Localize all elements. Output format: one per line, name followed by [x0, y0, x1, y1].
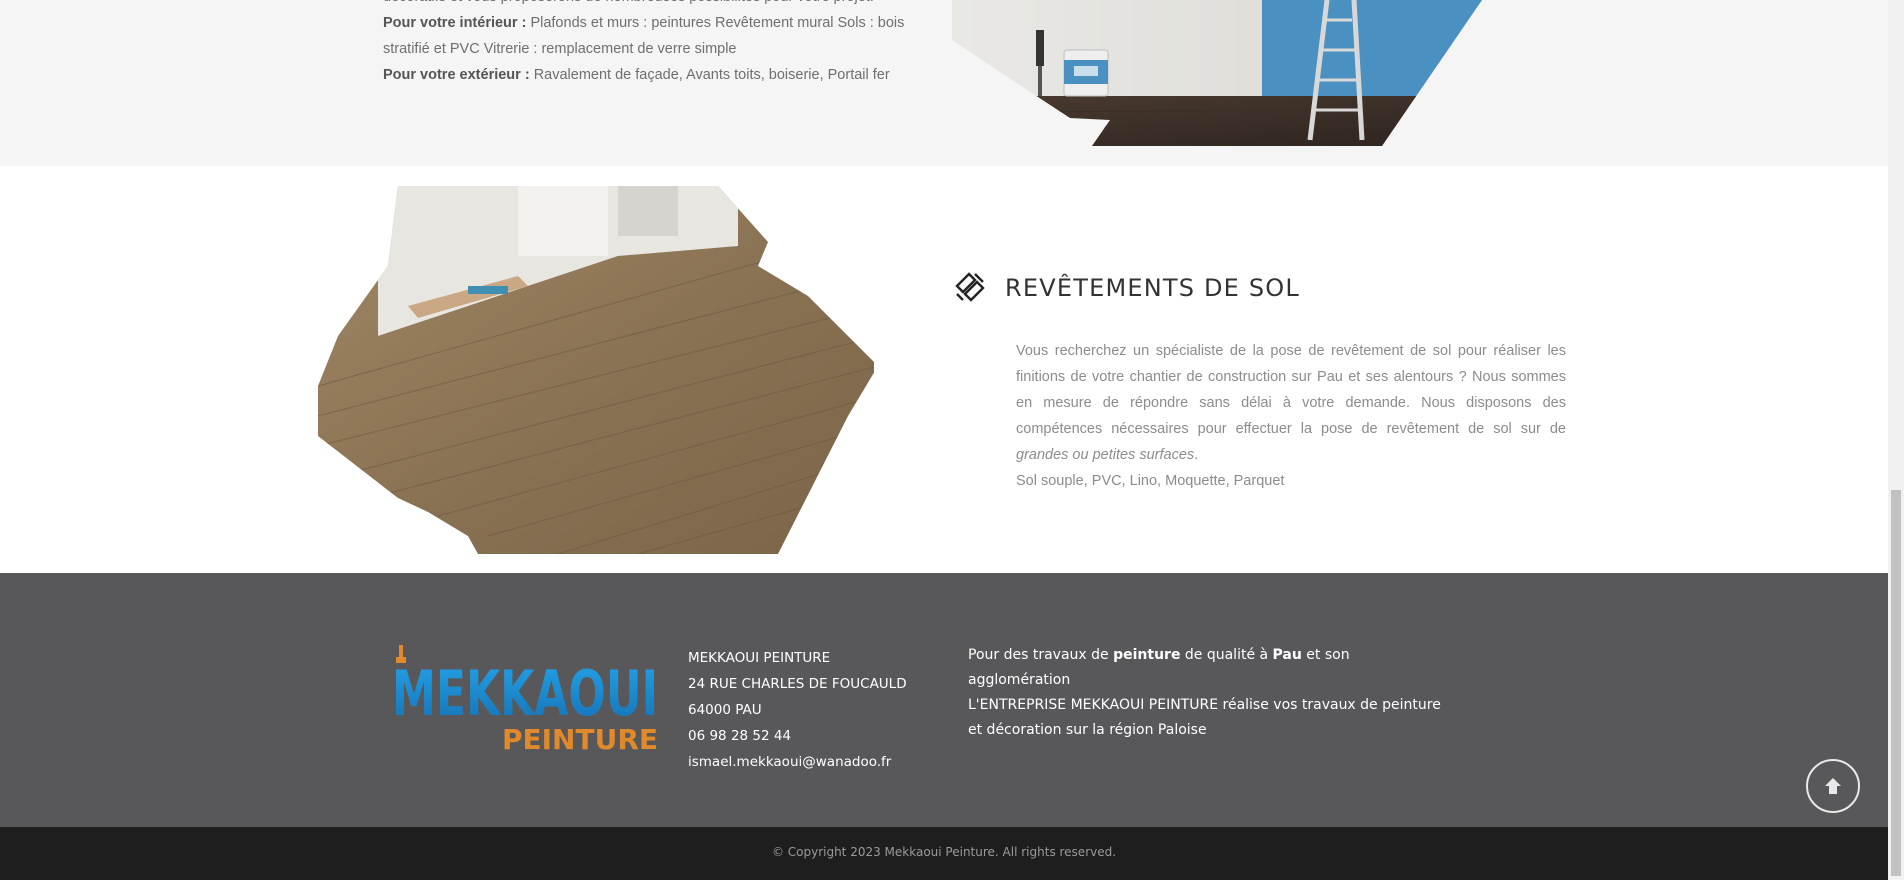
- copyright-text: © Copyright 2023 Mekkaoui Peinture. All …: [771, 845, 1117, 859]
- revetements-text-end: .: [1194, 447, 1199, 463]
- exterieur-paragraph: Pour votre extérieur : Ravalement de faç…: [383, 62, 943, 88]
- mekkaoui-logo[interactable]: MEKKAOUI PEINTURE: [392, 643, 660, 753]
- revetements-heading: REVÊTEMENTS DE SOL: [953, 268, 1300, 308]
- about-line-1: Pour des travaux de peinture de qualité …: [968, 643, 1448, 693]
- company-about: Pour des travaux de peinture de qualité …: [968, 643, 1448, 743]
- street-address: 24 RUE CHARLES DE FOUCAULD: [688, 676, 907, 692]
- peinture-description: décoratifs et vous proposerons de nombre…: [383, 0, 943, 88]
- arrow-up-icon: [1825, 778, 1841, 794]
- contact-address: MEKKAOUI PEINTURE 24 RUE CHARLES DE FOUC…: [688, 645, 907, 775]
- city-address: 64000 PAU: [688, 702, 762, 718]
- page-scrollbar[interactable]: [1888, 0, 1904, 880]
- painting-illustration: [952, 0, 1482, 146]
- logo-text-bottom: PEINTURE: [502, 723, 658, 753]
- page: décoratifs et vous proposerons de nombre…: [0, 0, 1888, 880]
- partial-line: décoratifs et vous proposerons de nombre…: [383, 0, 943, 10]
- about-text-2: de qualité à: [1180, 647, 1273, 663]
- logo-text-top: MEKKAOUI: [392, 657, 658, 730]
- revetements-description: Vous recherchez un spécialiste de la pos…: [1016, 338, 1566, 494]
- footer: MEKKAOUI PEINTURE MEKKAOUI PEINTURE 24 R…: [0, 573, 1888, 827]
- section-title: REVÊTEMENTS DE SOL: [1005, 274, 1300, 302]
- about-peinture: peinture: [1113, 647, 1181, 663]
- phone-number[interactable]: 06 98 28 52 44: [688, 723, 907, 749]
- revetements-paragraph: Vous recherchez un spécialiste de la pos…: [1016, 338, 1566, 468]
- revetements-list-line: Sol souple, PVC, Lino, Moquette, Parquet: [1016, 473, 1285, 489]
- company-name: MEKKAOUI PEINTURE: [688, 650, 831, 666]
- revetements-emphasis: grandes ou petites surfaces: [1016, 447, 1195, 463]
- about-pau: Pau: [1272, 647, 1302, 663]
- parquet-icon: [955, 272, 985, 302]
- scrollbar-thumb[interactable]: [1891, 490, 1901, 876]
- exterieur-label: Pour votre extérieur :: [383, 67, 530, 83]
- floor-photo: [318, 186, 874, 554]
- about-line-2: L'ENTREPRISE MEKKAOUI PEINTURE réalise v…: [968, 697, 1441, 738]
- back-to-top-button[interactable]: [1806, 759, 1860, 813]
- about-text-1: Pour des travaux de: [968, 647, 1114, 663]
- revetements-text: Vous recherchez un spécialiste de la pos…: [1016, 343, 1566, 437]
- exterieur-text: Ravalement de façade, Avants toits, bois…: [529, 67, 890, 83]
- revetements-section: REVÊTEMENTS DE SOL Vous recherchez un sp…: [0, 166, 1888, 573]
- copyright-bar: © Copyright 2023 Mekkaoui Peinture. All …: [0, 827, 1888, 880]
- interieur-label: Pour votre intérieur :: [383, 15, 527, 31]
- peinture-section: décoratifs et vous proposerons de nombre…: [0, 0, 1888, 166]
- interieur-paragraph: Pour votre intérieur : Plafonds et murs …: [383, 10, 943, 62]
- email-link[interactable]: ismael.mekkaoui@wanadoo.fr: [688, 749, 907, 775]
